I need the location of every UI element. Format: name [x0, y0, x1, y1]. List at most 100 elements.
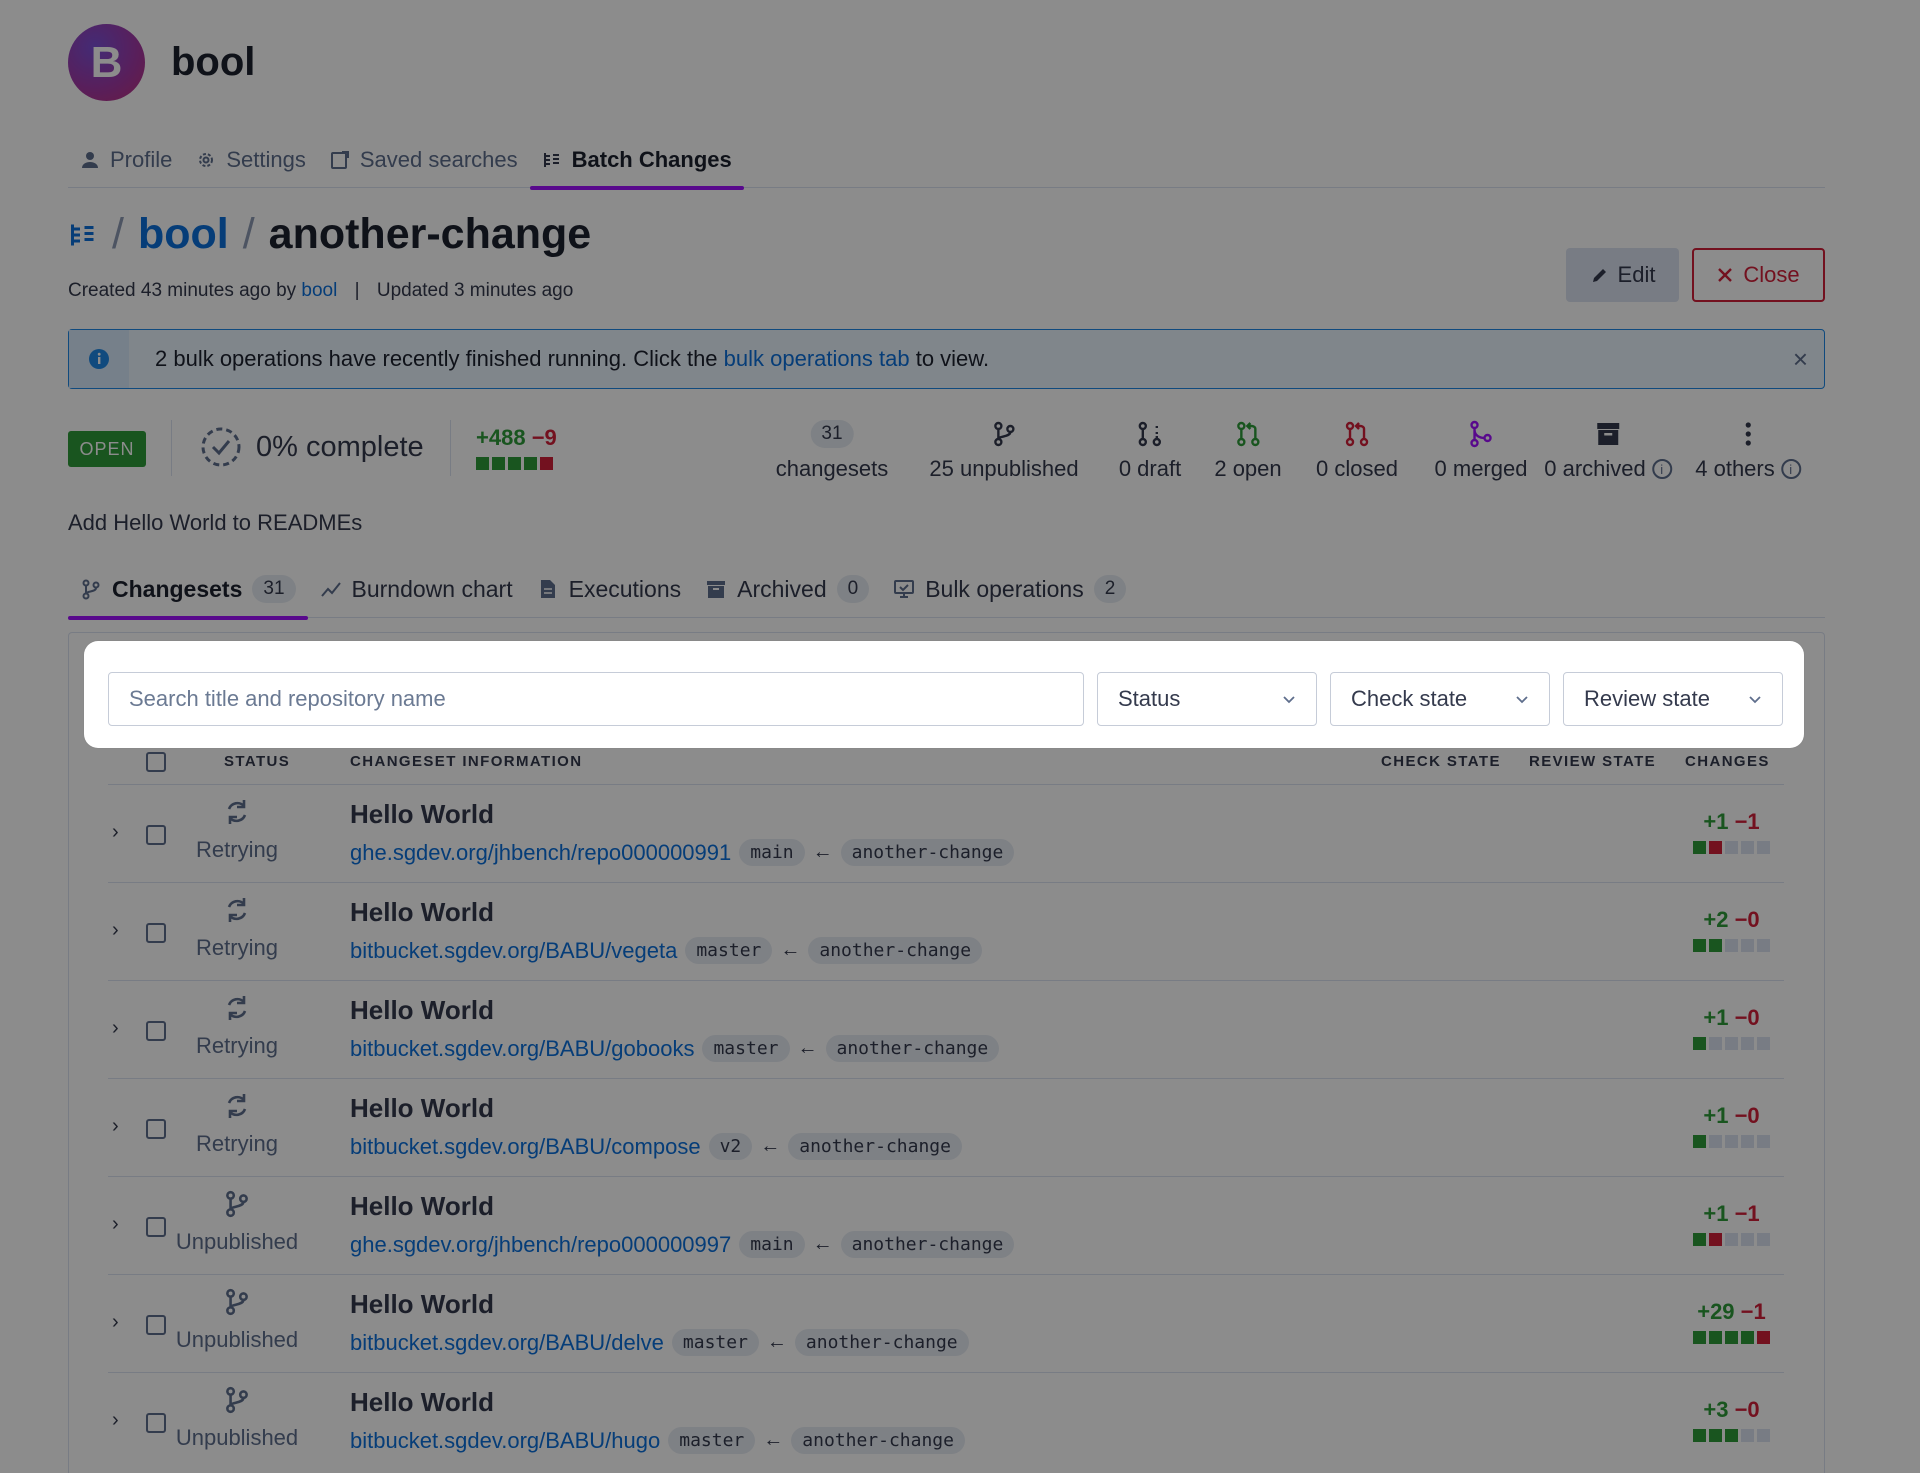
status-filter-select[interactable]: Status [1097, 672, 1317, 726]
check-state-filter-select[interactable]: Check state [1330, 672, 1550, 726]
tab-bulk-operations[interactable]: Bulk operations 2 [881, 560, 1138, 618]
check-state-filter-label: Check state [1351, 686, 1468, 711]
edit-button[interactable]: Edit [1566, 248, 1679, 302]
status-label: Unpublished [175, 1327, 299, 1352]
unpublished-branch-icon [222, 1287, 252, 1327]
branch-icon [82, 579, 100, 600]
repository-link[interactable]: bitbucket.sgdev.org/BABU/compose [350, 1134, 701, 1160]
lines-added: +488 [476, 425, 526, 450]
repository-link[interactable]: bitbucket.sgdev.org/BABU/vegeta [350, 938, 677, 964]
search-input[interactable]: Search title and repository name [108, 672, 1084, 726]
nav-batch-changes[interactable]: Batch Changes [529, 132, 744, 190]
info-icon[interactable]: i [1780, 459, 1801, 479]
row-checkbox[interactable] [146, 1217, 166, 1237]
edit-button-label: Edit [1617, 262, 1656, 287]
diff-box [1757, 939, 1770, 952]
diff-boxes [1693, 1429, 1770, 1442]
changeset-title[interactable]: Hello World [350, 1387, 494, 1418]
diff-box [1693, 1429, 1706, 1442]
changeset-status: Retrying [174, 993, 300, 1059]
status-label: Unpublished [175, 1425, 299, 1450]
expand-chevron-icon[interactable]: › [112, 821, 119, 844]
expand-chevron-icon[interactable]: › [112, 1213, 119, 1236]
expand-chevron-icon[interactable]: › [112, 1311, 119, 1334]
avatar[interactable]: B [68, 24, 145, 101]
tab-archived[interactable]: Archived 0 [693, 560, 881, 618]
changeset-row[interactable]: › Unpublished Hello World bitbucket.sgde… [108, 1274, 1784, 1372]
arrow-left-icon: ← [812, 1233, 833, 1255]
changeset-row[interactable]: › Retrying Hello World bitbucket.sgdev.o… [108, 980, 1784, 1078]
changeset-title[interactable]: Hello World [350, 1289, 494, 1320]
changeset-row[interactable]: › Retrying Hello World ghe.sgdev.org/jhb… [108, 784, 1784, 882]
stat-closed: 0 closed [1316, 416, 1398, 482]
tab-changesets-count: 31 [252, 575, 296, 603]
row-checkbox[interactable] [146, 825, 166, 845]
expand-chevron-icon[interactable]: › [112, 1115, 119, 1138]
expand-chevron-icon[interactable]: › [112, 1409, 119, 1432]
namespace-link[interactable]: bool [138, 210, 229, 259]
changeset-title[interactable]: Hello World [350, 897, 494, 928]
pencil-icon [1592, 269, 1606, 282]
close-batch-change-button[interactable]: Close [1692, 248, 1825, 302]
diff-box [1741, 1429, 1754, 1442]
nav-saved-searches[interactable]: Saved searches [318, 132, 530, 188]
changeset-title[interactable]: Hello World [350, 995, 494, 1026]
tab-executions[interactable]: Executions [525, 560, 694, 618]
diff-box [540, 457, 553, 470]
expand-chevron-icon[interactable]: › [112, 1017, 119, 1040]
changeset-row[interactable]: › Retrying Hello World bitbucket.sgdev.o… [108, 1078, 1784, 1176]
changeset-row[interactable]: › Unpublished Hello World bitbucket.sgde… [108, 1372, 1784, 1470]
repository-link[interactable]: bitbucket.sgdev.org/BABU/gobooks [350, 1036, 694, 1062]
changeset-title[interactable]: Hello World [350, 1191, 494, 1222]
changeset-title[interactable]: Hello World [350, 1093, 494, 1124]
lines-removed: −1 [1734, 809, 1760, 834]
lines-removed: −9 [531, 425, 557, 450]
select-all-checkbox[interactable] [146, 752, 166, 772]
diff-box [1741, 1037, 1754, 1050]
diff-box [1693, 841, 1706, 854]
repository-link[interactable]: bitbucket.sgdev.org/BABU/delve [350, 1330, 664, 1356]
batch-change-description: Add Hello World to READMEs [68, 510, 363, 535]
base-branch: master [671, 1329, 759, 1356]
changeset-status: Unpublished [174, 1189, 300, 1255]
row-checkbox[interactable] [146, 923, 166, 943]
row-checkbox[interactable] [146, 1315, 166, 1335]
changeset-title[interactable]: Hello World [350, 799, 494, 830]
changeset-branch-info: bitbucket.sgdev.org/BABU/vegeta master ←… [350, 937, 983, 964]
avatar-initial: B [90, 37, 123, 87]
diff-box [524, 457, 537, 470]
dismiss-alert-icon[interactable]: × [1793, 346, 1808, 372]
diff-box [1757, 1135, 1770, 1148]
changeset-status: Retrying [174, 797, 300, 863]
diff-box [1725, 841, 1738, 854]
changeset-diff-stat: +29 −1 [1693, 1299, 1770, 1344]
diff-box [492, 457, 505, 470]
row-checkbox[interactable] [146, 1413, 166, 1433]
changeset-row[interactable]: › Retrying Hello World bitbucket.sgdev.o… [108, 882, 1784, 980]
base-branch: master [702, 1035, 790, 1062]
repository-link[interactable]: ghe.sgdev.org/jhbench/repo000000991 [350, 840, 731, 866]
nav-profile[interactable]: Profile [68, 132, 184, 188]
repository-link[interactable]: ghe.sgdev.org/jhbench/repo000000997 [350, 1232, 731, 1258]
row-checkbox[interactable] [146, 1021, 166, 1041]
diff-box [1709, 939, 1722, 952]
info-icon[interactable]: i [1651, 459, 1672, 479]
diff-box [1757, 1331, 1770, 1344]
stat-label: 0 merged [1434, 456, 1528, 481]
retry-icon [222, 993, 252, 1033]
row-checkbox[interactable] [146, 1119, 166, 1139]
stat-label: 0 draft [1118, 456, 1182, 481]
author-link[interactable]: bool [301, 280, 337, 301]
changeset-row[interactable]: › Unpublished Hello World ghe.sgdev.org/… [108, 1176, 1784, 1274]
expand-chevron-icon[interactable]: › [112, 919, 119, 942]
diff-box [1741, 939, 1754, 952]
diff-boxes [1693, 1233, 1770, 1246]
tab-changesets[interactable]: Changesets 31 [68, 560, 308, 620]
nav-settings[interactable]: Settings [184, 132, 318, 188]
bulk-operations-tab-link[interactable]: bulk operations tab [724, 346, 910, 371]
tab-bulk-operations-label: Bulk operations [925, 575, 1084, 602]
tab-burndown-chart[interactable]: Burndown chart [308, 560, 525, 618]
batch-changes-icon [71, 224, 94, 245]
review-state-filter-select[interactable]: Review state [1563, 672, 1783, 726]
repository-link[interactable]: bitbucket.sgdev.org/BABU/hugo [350, 1428, 660, 1454]
